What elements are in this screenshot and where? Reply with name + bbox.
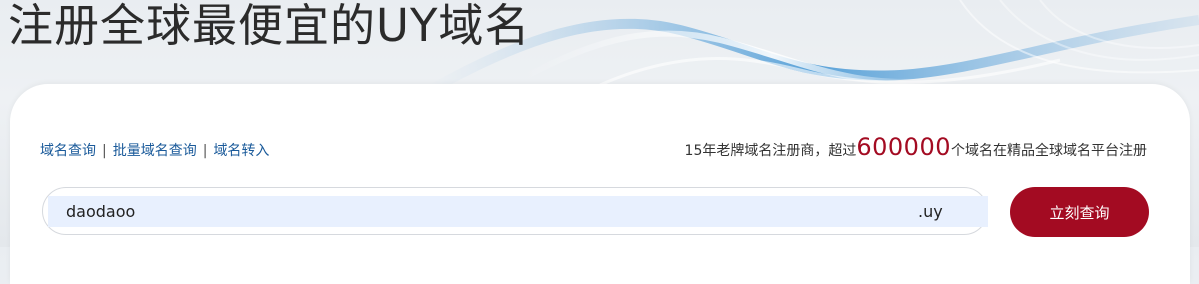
promo-prefix: 15年老牌域名注册商，超过 — [684, 143, 857, 159]
domain-search-input[interactable] — [48, 196, 988, 227]
link-separator: | — [102, 143, 107, 159]
link-separator: | — [202, 143, 208, 159]
search-mode-links: 域名查询 | 批量域名查询 | 域名转入 — [40, 141, 269, 161]
bulk-domain-search-link[interactable]: 批量域名查询 — [113, 143, 197, 159]
promo-suffix: 个域名在精品全球域名平台注册 — [951, 143, 1147, 159]
search-now-button[interactable]: 立刻查询 — [1010, 187, 1149, 237]
domain-suffix: .uy — [918, 202, 943, 221]
domain-search-box — [42, 187, 988, 235]
domain-count: 600000 — [856, 133, 951, 161]
page-title: 注册全球最便宜的UY域名 — [8, 0, 531, 52]
promo-text: 15年老牌域名注册商，超过600000个域名在精品全球域名平台注册 — [685, 132, 1147, 166]
domain-transfer-link[interactable]: 域名转入 — [213, 143, 269, 159]
domain-search-link[interactable]: 域名查询 — [40, 143, 96, 159]
search-card — [10, 84, 1190, 284]
